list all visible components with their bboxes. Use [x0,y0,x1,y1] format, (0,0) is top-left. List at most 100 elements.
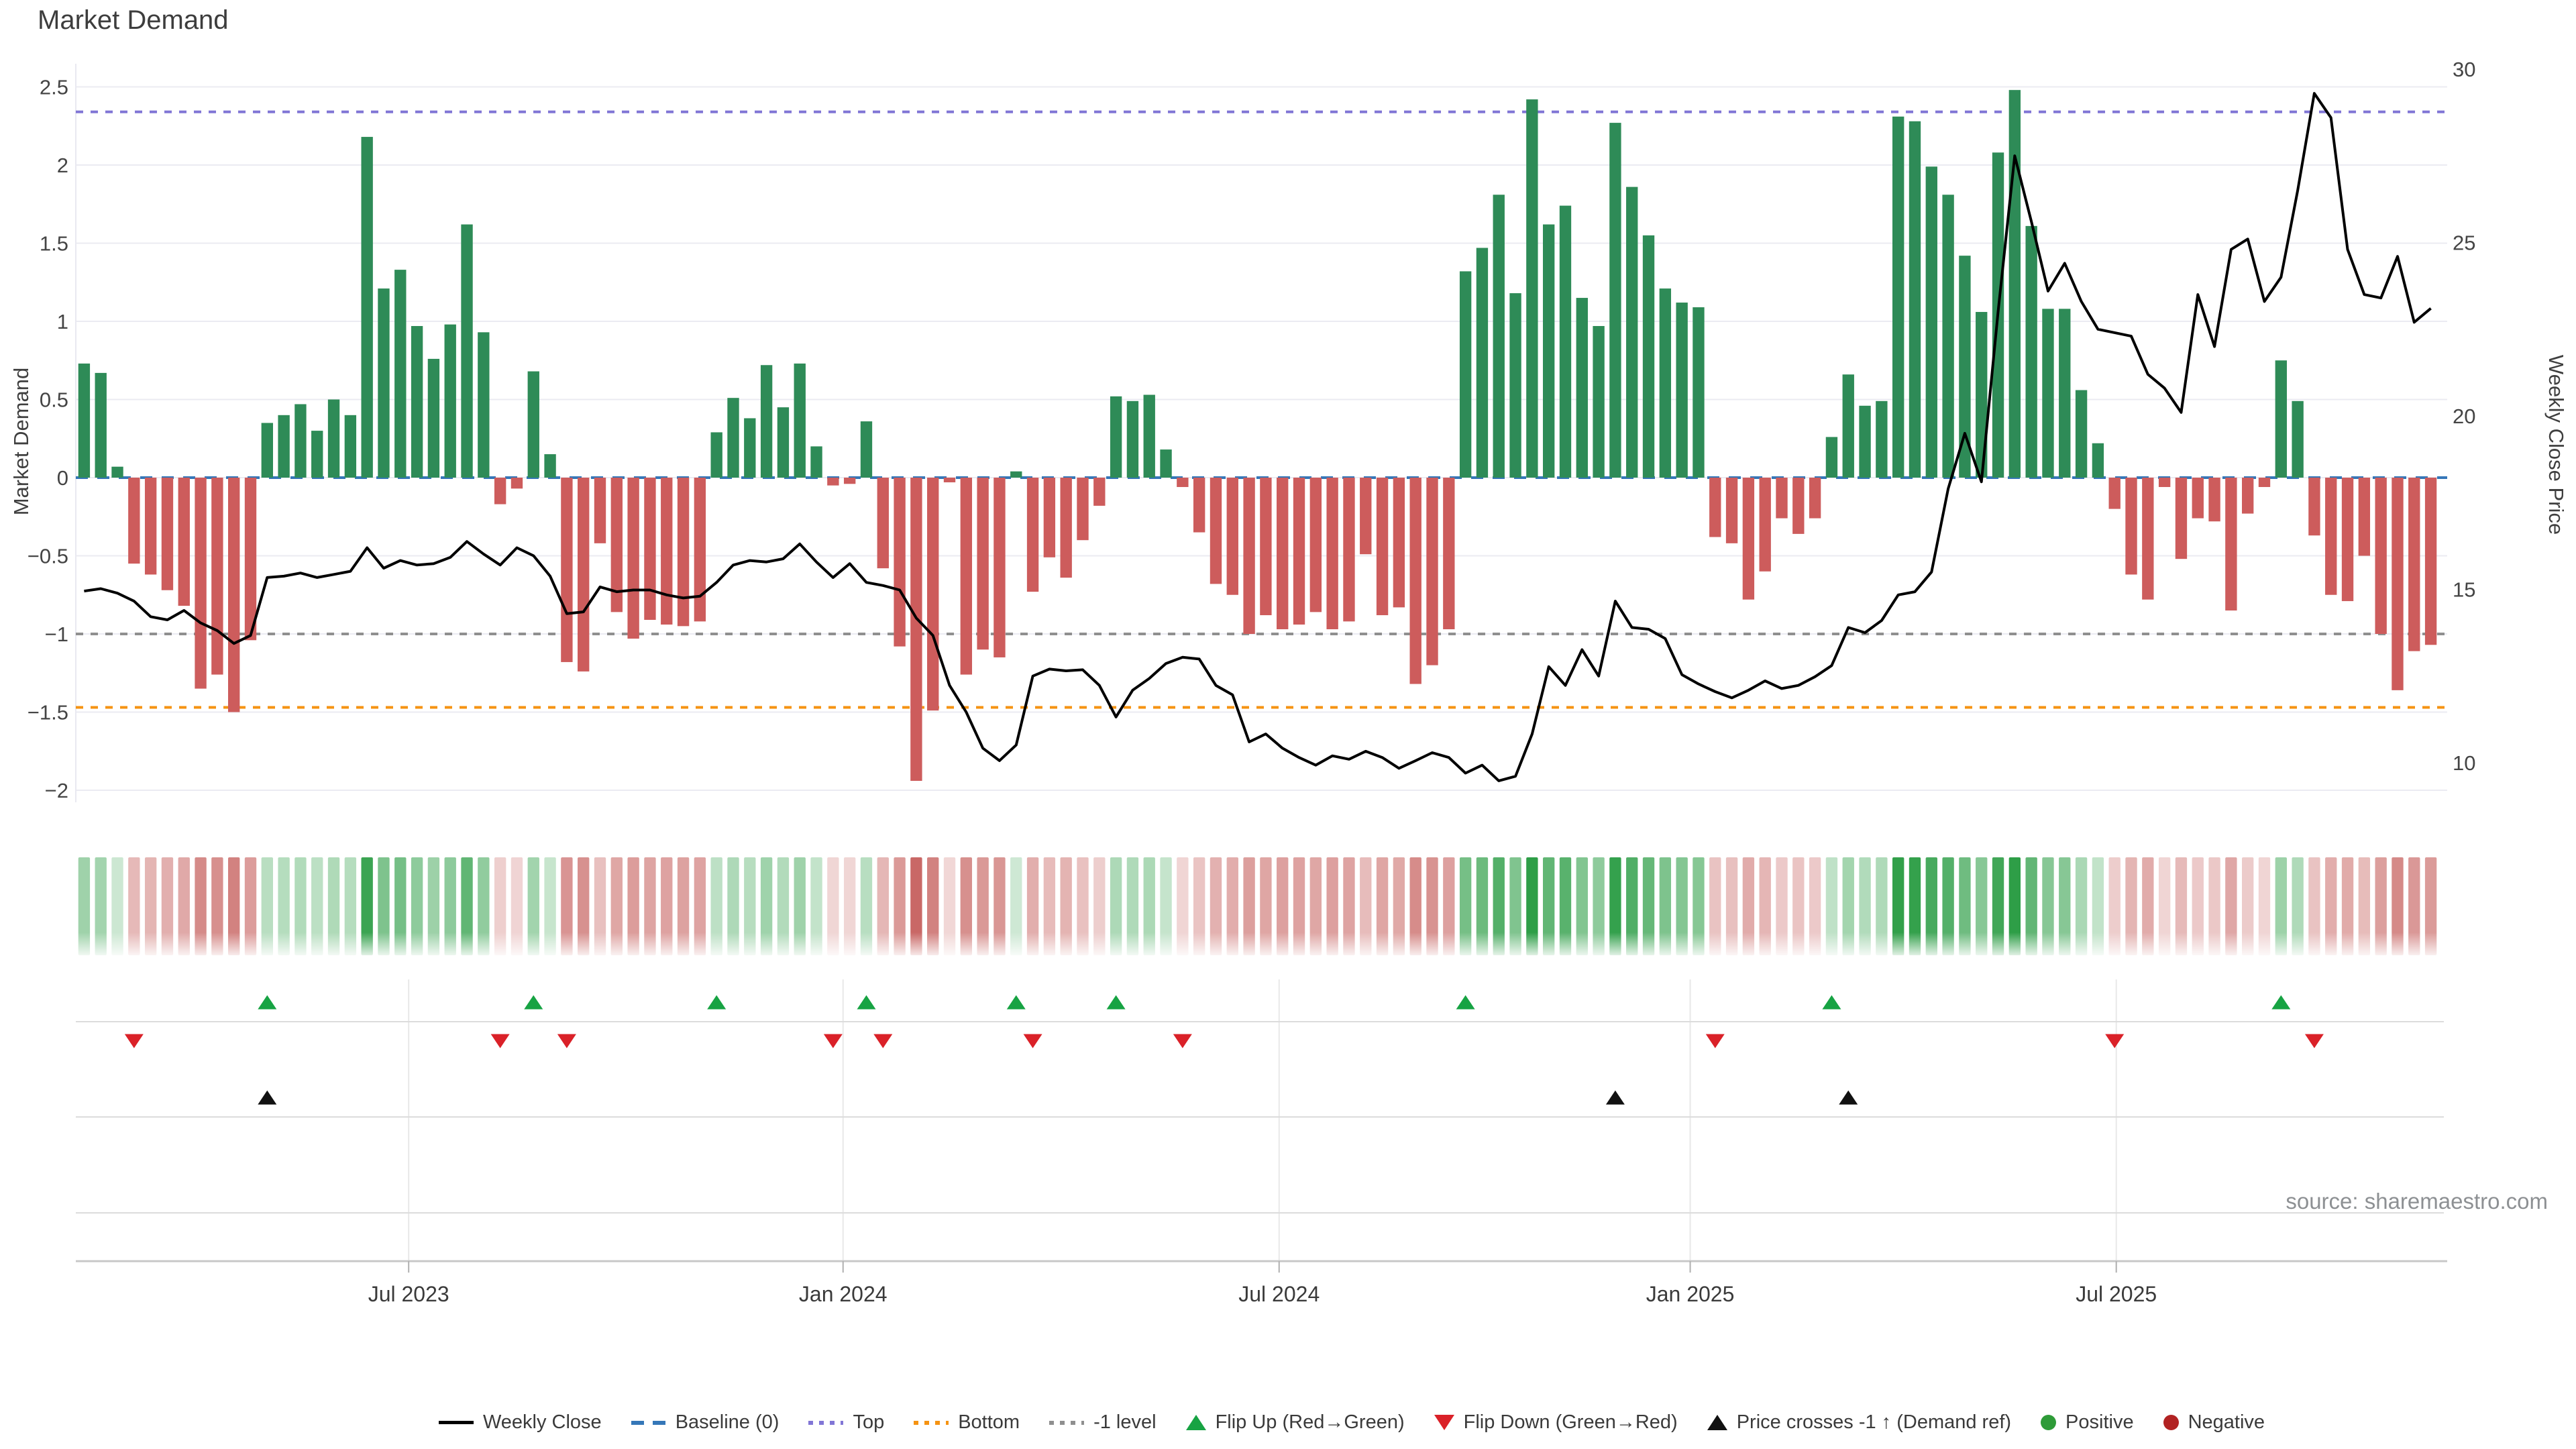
demand-bar[interactable] [2176,478,2187,559]
demand-bar[interactable] [1826,437,1837,478]
demand-bar[interactable] [844,478,855,484]
demand-bar[interactable] [1127,401,1138,478]
demand-bar[interactable] [861,421,872,478]
demand-bar[interactable] [1360,478,1371,554]
demand-bar[interactable] [2242,478,2253,514]
demand-bar[interactable] [2308,478,2320,535]
demand-bar[interactable] [361,137,372,478]
demand-bar[interactable] [2292,401,2303,478]
chart-canvas[interactable]: −2−1.5−1−0.500.511.522.51015202530Jul 20… [0,0,2576,1449]
demand-bar[interactable] [1410,478,1421,684]
demand-bar[interactable] [1560,206,1571,478]
demand-bar[interactable] [1843,374,1854,478]
demand-bar[interactable] [1293,478,1305,625]
demand-bar[interactable] [294,404,306,478]
demand-bar[interactable] [2076,390,2087,478]
demand-bar[interactable] [644,478,655,620]
demand-bar[interactable] [378,288,389,478]
demand-bar[interactable] [894,478,905,647]
demand-bar[interactable] [2342,478,2353,601]
demand-bar[interactable] [561,478,572,662]
demand-bar[interactable] [2408,478,2420,651]
legend-item-weekly-close[interactable]: Weekly Close [439,1411,602,1434]
demand-bar[interactable] [578,478,589,672]
demand-bar[interactable] [2142,478,2153,600]
demand-bar[interactable] [977,478,988,649]
legend-item-positive[interactable]: Positive [2041,1411,2134,1434]
demand-bar[interactable] [1460,271,1471,478]
demand-bar[interactable] [1177,478,1188,487]
demand-bar[interactable] [1892,117,1904,478]
demand-bar[interactable] [461,225,472,478]
demand-bar[interactable] [1377,478,1388,615]
demand-bar[interactable] [1593,326,1604,478]
demand-bar[interactable] [1210,478,1222,584]
demand-bar[interactable] [328,400,339,478]
demand-bar[interactable] [478,332,489,478]
demand-bar[interactable] [594,478,606,543]
demand-bar[interactable] [661,478,672,625]
demand-bar[interactable] [262,423,273,478]
demand-bar[interactable] [1426,478,1438,665]
demand-bar[interactable] [1726,478,1737,543]
legend-item-bottom[interactable]: Bottom [914,1411,1020,1434]
demand-bar[interactable] [1044,478,1055,557]
flip-down-marker[interactable] [1024,1034,1042,1049]
demand-bar[interactable] [78,364,90,478]
demand-bar[interactable] [311,431,323,478]
demand-bar[interactable] [1277,478,1288,629]
demand-bar[interactable] [2025,226,2037,478]
price-cross-marker[interactable] [1606,1091,1625,1105]
demand-bar[interactable] [994,478,1005,657]
flip-up-marker[interactable] [1822,996,1841,1010]
demand-bar[interactable] [2359,478,2370,556]
legend-item-flip-down-green-red[interactable]: Flip Down (Green→Red) [1434,1411,1678,1434]
demand-bar[interactable] [445,325,456,478]
price-cross-marker[interactable] [1839,1091,1858,1105]
demand-bar[interactable] [1609,123,1621,478]
demand-bar[interactable] [627,478,639,639]
demand-bar[interactable] [2208,478,2220,521]
demand-bar[interactable] [1160,449,1171,478]
demand-bar[interactable] [727,398,739,478]
flip-down-marker[interactable] [2305,1034,2324,1049]
flip-down-marker[interactable] [125,1034,144,1049]
flip-up-marker[interactable] [857,996,875,1010]
demand-bar[interactable] [394,270,406,478]
demand-bar[interactable] [1326,478,1338,629]
demand-bar[interactable] [1027,478,1038,592]
demand-bar[interactable] [111,467,123,478]
demand-bar[interactable] [2192,478,2204,519]
flip-down-marker[interactable] [1706,1034,1725,1049]
flip-up-marker[interactable] [2271,996,2290,1010]
demand-bar[interactable] [1260,478,1271,615]
flip-down-marker[interactable] [1173,1034,1192,1049]
demand-bar[interactable] [910,478,922,781]
demand-bar[interactable] [178,478,190,606]
demand-bar[interactable] [162,478,173,590]
demand-bar[interactable] [927,478,938,710]
demand-bar[interactable] [195,478,206,689]
demand-bar[interactable] [1010,472,1022,478]
legend-item-flip-up-red-green[interactable]: Flip Up (Red→Green) [1186,1411,1405,1434]
demand-bar[interactable] [1093,478,1105,506]
demand-bar[interactable] [2392,478,2403,690]
demand-bar[interactable] [827,478,839,486]
demand-bar[interactable] [810,446,822,478]
demand-bar[interactable] [944,478,955,482]
flip-down-marker[interactable] [2105,1034,2124,1049]
demand-bar[interactable] [1493,195,1505,478]
demand-bar[interactable] [128,478,140,564]
demand-bar[interactable] [1942,195,1953,478]
demand-bar[interactable] [211,478,223,675]
demand-bar[interactable] [1926,166,1937,478]
demand-bar[interactable] [1477,248,1488,478]
demand-bar[interactable] [1792,478,1804,534]
demand-bar[interactable] [2109,478,2121,509]
flip-up-marker[interactable] [707,996,726,1010]
heatmap-strip[interactable] [76,857,2439,959]
demand-bar[interactable] [494,478,506,504]
demand-bar[interactable] [345,415,356,478]
demand-bar[interactable] [278,415,289,478]
demand-bar[interactable] [411,326,423,478]
